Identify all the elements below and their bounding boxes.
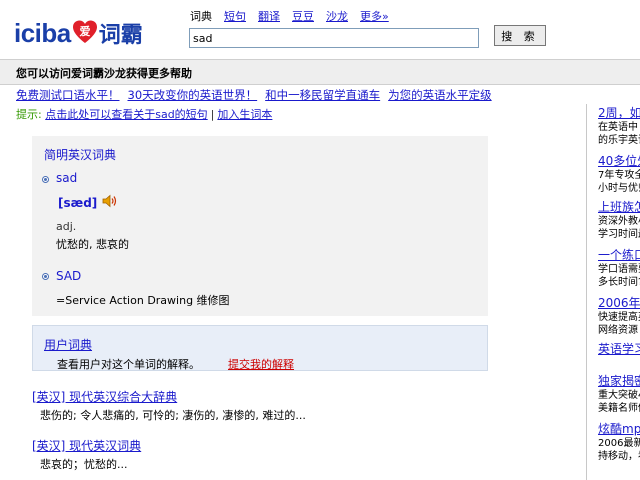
speaker-icon[interactable] — [102, 194, 118, 208]
tip-separator: | — [210, 108, 215, 121]
sidebar-ad: 英语学习 — [598, 340, 640, 357]
sidebar-ad-text: 的乐宇英语 — [598, 135, 640, 146]
concise-dictionary-title[interactable]: 简明英汉词典 — [44, 146, 116, 163]
nav-item-doudou[interactable]: 豆豆 — [292, 8, 314, 24]
concise-dictionary-panel: 简明英汉词典 sad [sæd] adj. 忧愁的, 悲哀的 SAD =Serv… — [32, 136, 488, 316]
search-input[interactable] — [189, 28, 479, 48]
promo-link-30-days[interactable]: 30天改变你的英语世界！ — [128, 87, 258, 103]
sidebar-ad: 2006年 快速提高英 网络资源 — [598, 294, 640, 337]
nav-item-more[interactable]: 更多» — [360, 8, 389, 24]
dictionary-excerpt: 悲哀的；忧愁的... — [40, 458, 128, 471]
sidebar-ad-text: 7年专攻全 — [598, 170, 640, 181]
sidebar-ad: 40多位外 7年专攻全 小时与优师 — [598, 152, 640, 195]
help-bar: 您可以访问爱词霸沙龙获得更多帮助 — [0, 59, 640, 85]
search-button[interactable]: 搜 索 — [494, 25, 546, 46]
add-to-wordbook-link[interactable]: 加入生词本 — [217, 108, 272, 121]
sidebar-ad-link[interactable]: 炫酷mp3 — [598, 420, 640, 437]
tip-line: 提示: 点击此处可以查看关于sad的短句 | 加入生词本 — [16, 106, 272, 122]
dictionary-title-comprehensive[interactable]: [英汉] 现代英汉综合大辞典 — [32, 388, 177, 405]
headword: sad — [56, 171, 78, 185]
sidebar-ad-text: 网络资源 — [598, 325, 638, 336]
sidebar-ad: 上班族怎 资深外教小 学习时间最 — [598, 198, 640, 241]
nav-item-dictionary[interactable]: 词典 — [190, 8, 212, 24]
submit-explanation-link[interactable]: 提交我的解释 — [228, 356, 294, 372]
sidebar-ad-link[interactable]: 一个练口 — [598, 246, 640, 263]
sidebar-ad-link[interactable]: 2006年 — [598, 294, 640, 311]
sidebar-ad: 2周，如 在英语中 的乐宇英语 — [598, 104, 640, 147]
nav-item-translate[interactable]: 翻译 — [258, 8, 280, 24]
sidebar-ad-link[interactable]: 上班族怎 — [598, 198, 640, 215]
heart-logo-icon: 爱 — [72, 20, 97, 43]
sidebar-ad-text: 在英语中 — [598, 122, 638, 133]
sidebar-ad-text: 2006最新 — [598, 438, 640, 449]
promo-link-oral-test[interactable]: 免费测试口语水平！ — [16, 87, 120, 103]
logo-heart-text: 爱 — [79, 25, 90, 38]
nav-item-sentences[interactable]: 短句 — [224, 8, 246, 24]
sidebar-ad-link[interactable]: 英语学习 — [598, 340, 640, 357]
promo-link-immigration[interactable]: 和中一移民留学直通车 — [265, 87, 380, 103]
abbreviation-definition: =Service Action Drawing 维修图 — [56, 294, 230, 307]
top-nav: 词典 短句 翻译 豆豆 沙龙 更多» — [190, 8, 389, 24]
sidebar-ad-text: 学习时间最 — [598, 229, 640, 240]
bullet-icon — [42, 273, 49, 280]
dictionary-title-modern[interactable]: [英汉] 现代英汉词典 — [32, 437, 141, 454]
sidebar-ad-link[interactable]: 40多位外 — [598, 152, 640, 169]
sidebar-ad-text: 快速提高英 — [598, 312, 640, 323]
user-dictionary-description: 查看用户对这个单词的解释。 — [57, 358, 200, 371]
dictionary-excerpt: 悲伤的; 令人悲痛的, 可怜的; 凄伤的, 凄惨的, 难过的... — [40, 409, 306, 422]
definition: 忧愁的, 悲哀的 — [56, 238, 129, 251]
sidebar-ad-text: 美籍名师倾 — [598, 403, 640, 414]
sidebar-ad: 独家揭密 重大突破4 美籍名师倾 — [598, 372, 640, 415]
sidebar-ad-text: 持移动，看 — [598, 451, 640, 462]
sidebar-ad: 一个练口 学口语需要 多长时间? — [598, 246, 640, 289]
logo-text: iciba — [14, 17, 71, 48]
part-of-speech: adj. — [56, 220, 77, 233]
promo-link-level-test[interactable]: 为您的英语水平定级 — [388, 87, 492, 103]
nav-item-salon[interactable]: 沙龙 — [326, 8, 348, 24]
sidebar-ad-text: 小时与优师 — [598, 183, 640, 194]
tip-label: 提示: — [16, 108, 42, 121]
promo-links: 免费测试口语水平！ 30天改变你的英语世界！ 和中一移民留学直通车 为您的英语水… — [16, 87, 492, 103]
bullet-icon — [42, 176, 49, 183]
phonetic: [sæd] — [58, 196, 98, 210]
sidebar-ad-text: 多长时间? — [598, 277, 640, 288]
sidebar-ad-text: 重大突破4 — [598, 390, 640, 401]
sidebar-ad-link[interactable]: 2周，如 — [598, 104, 640, 121]
user-dictionary-title[interactable]: 用户词典 — [44, 336, 92, 353]
sidebar-ad-text: 学口语需要 — [598, 264, 640, 275]
headword-abbreviation: SAD — [56, 269, 82, 283]
sidebar-ad: 炫酷mp3 2006最新 持移动，看 — [598, 420, 640, 463]
sidebar-ad-text: 资深外教小 — [598, 216, 640, 227]
user-dictionary-panel: 用户词典 查看用户对这个单词的解释。 提交我的解释 — [32, 325, 488, 371]
help-text: 您可以访问爱词霸沙龙获得更多帮助 — [16, 67, 192, 80]
iciba-logo[interactable]: iciba 爱 词霸 — [14, 16, 143, 50]
logo-cn-text: 词霸 — [98, 23, 143, 48]
sidebar-ad-link[interactable]: 独家揭密 — [598, 372, 640, 389]
right-sidebar-ads: 2周，如 在英语中 的乐宇英语 40多位外 7年专攻全 小时与优师 上班族怎 资… — [586, 104, 640, 480]
sentences-about-word-link[interactable]: 点击此处可以查看关于sad的短句 — [45, 108, 207, 121]
